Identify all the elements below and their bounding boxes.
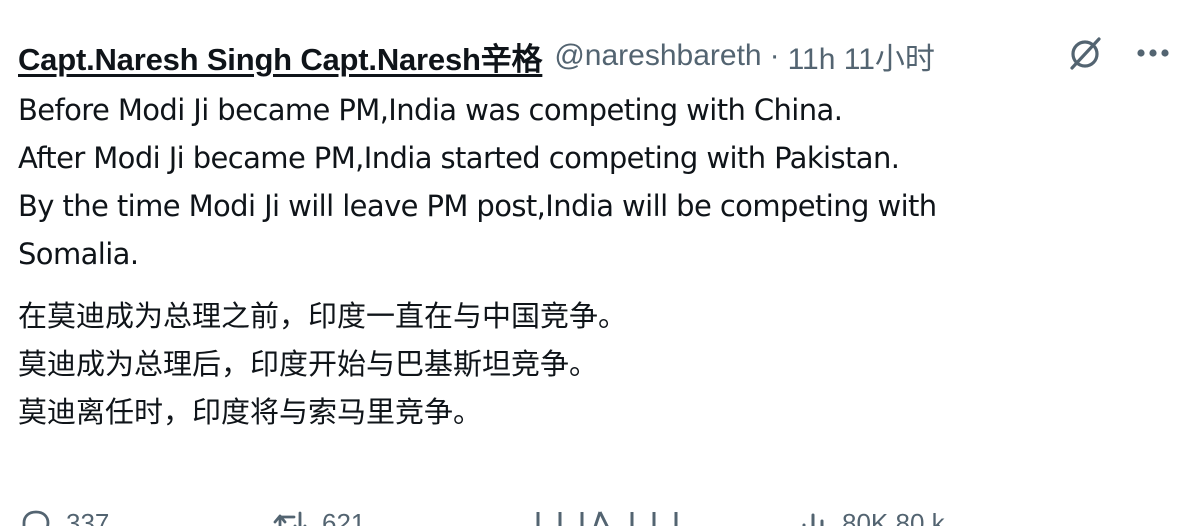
tweet-card: Capt.Naresh Singh Capt.Naresh辛格 @nareshb… — [0, 0, 1200, 526]
reply-button[interactable]: 337 — [18, 508, 109, 526]
tweet-translation: 在莫迪成为总理之前，印度一直在与中国竞争。 莫迪成为总理后，印度开始与巴基斯坦竞… — [18, 292, 1182, 436]
like-button[interactable] — [530, 508, 700, 526]
views-button[interactable]: 80K 80 k — [798, 508, 945, 526]
author-handle[interactable]: @nareshbareth — [554, 39, 761, 73]
timestamp[interactable]: 11h 11小时 — [788, 34, 935, 78]
action-bar: 337 621 80K 80 k — [18, 500, 1182, 526]
retweet-icon — [272, 509, 308, 526]
retweet-button[interactable]: 621 — [272, 508, 365, 526]
author-name[interactable]: Capt.Naresh Singh Capt.Naresh辛格 — [18, 34, 543, 79]
slashed-circle-icon[interactable] — [1066, 34, 1104, 72]
translation-line: 莫迪离任时，印度将与索马里竞争。 — [18, 395, 483, 429]
tweet-body: Before Modi Ji became PM,India was compe… — [18, 86, 1182, 436]
tweet-text: Before Modi Ji became PM,India was compe… — [18, 86, 1182, 278]
tweet-text-line: Somalia. — [18, 237, 139, 271]
translation-line: 在莫迪成为总理之前，印度一直在与中国竞争。 — [18, 299, 628, 333]
retweet-count: 621 — [322, 508, 366, 526]
dot-separator: · — [769, 39, 780, 72]
reply-bubble-icon — [18, 509, 52, 526]
translation-line: 莫迪成为总理后，印度开始与巴基斯坦竞争。 — [18, 347, 599, 381]
reply-count: 337 — [66, 508, 110, 526]
tweet-header: Capt.Naresh Singh Capt.Naresh辛格 @nareshb… — [18, 30, 1182, 82]
views-count: 80K 80 k — [842, 508, 945, 526]
tweet-text-line: By the time Modi Ji will leave PM post,I… — [18, 189, 937, 223]
like-icon — [530, 508, 700, 526]
views-bar-icon — [798, 509, 828, 526]
tweet-text-line: Before Modi Ji became PM,India was compe… — [18, 93, 843, 127]
more-dots-icon[interactable] — [1136, 48, 1170, 58]
tweet-text-line: After Modi Ji became PM,India started co… — [18, 141, 900, 175]
header-actions — [1066, 34, 1170, 72]
